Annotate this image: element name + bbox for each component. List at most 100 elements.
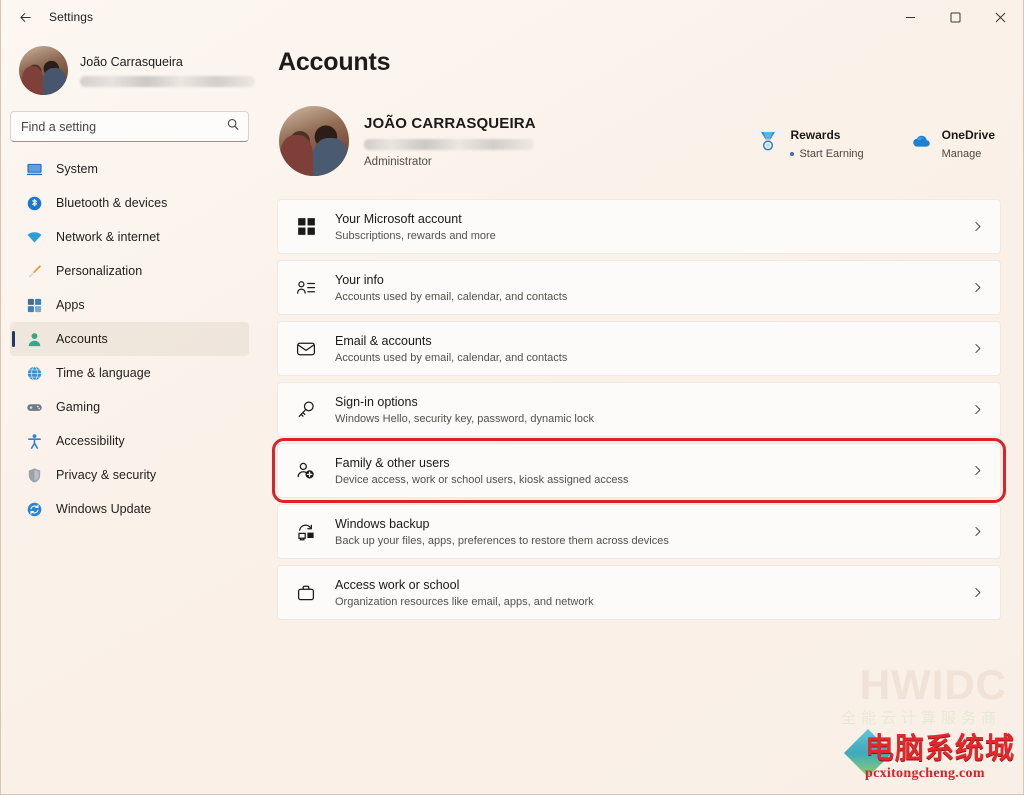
card-your-info[interactable]: Your info Accounts used by email, calend…: [277, 260, 1001, 315]
card-subtitle: Organization resources like email, apps,…: [335, 595, 594, 608]
watermark-logo-text: 电脑系统城: [865, 731, 1016, 765]
card-title: Your info: [335, 272, 384, 287]
onedrive-cloud-icon: [908, 129, 932, 153]
search-container: [10, 111, 249, 142]
sidebar-nav: System Bluetooth & devices Network & int…: [10, 152, 249, 526]
card-title: Windows backup: [335, 516, 430, 531]
chevron-right-icon: [971, 281, 984, 294]
sidebar-profile-email-redacted: [80, 76, 255, 87]
chevron-right-icon: [971, 525, 984, 538]
sidebar-item-label: Personalization: [56, 264, 143, 278]
close-button[interactable]: [978, 0, 1023, 34]
watermark-logo: 电脑系统城 pcxitongcheng.com: [837, 726, 1023, 788]
sidebar-item-time-language[interactable]: Time & language: [10, 356, 249, 390]
envelope-icon: [295, 338, 317, 360]
sidebar-item-windows-update[interactable]: Windows Update: [10, 492, 249, 526]
minimize-icon: [905, 12, 916, 23]
sidebar-item-label: Network & internet: [56, 230, 160, 244]
card-title: Family & other users: [335, 455, 450, 470]
title-bar: Settings: [1, 0, 1023, 34]
quick-link-onedrive[interactable]: OneDrive Manage: [908, 128, 995, 161]
card-subtitle: Accounts used by email, calendar, and co…: [335, 290, 568, 303]
sidebar-item-personalization[interactable]: Personalization: [10, 254, 249, 288]
quick-link-title: Rewards: [790, 127, 841, 142]
sidebar-item-label: Accessibility: [56, 434, 125, 448]
user-info-icon: [295, 277, 317, 299]
search-icon[interactable]: [226, 117, 240, 136]
sidebar-item-privacy-security[interactable]: Privacy & security: [10, 458, 249, 492]
sidebar-item-accessibility[interactable]: Accessibility: [10, 424, 249, 458]
settings-card-list: Your Microsoft account Subscriptions, re…: [272, 199, 1006, 620]
card-family-other-users[interactable]: Family & other users Device access, work…: [272, 438, 1006, 503]
clock-globe-icon: [26, 365, 43, 382]
paintbrush-icon: [26, 263, 43, 280]
card-access-work-or-school[interactable]: Access work or school Organization resou…: [277, 565, 1001, 620]
chevron-right-icon: [971, 342, 984, 355]
sidebar-profile[interactable]: João Carrasqueira: [10, 34, 255, 103]
card-windows-backup[interactable]: Windows backup Back up your files, apps,…: [277, 504, 1001, 559]
sidebar-item-network-internet[interactable]: Network & internet: [10, 220, 249, 254]
quick-link-subtitle: Manage: [941, 147, 982, 160]
watermark-logo-url: pcxitongcheng.com: [865, 766, 985, 781]
backup-sync-icon: [295, 521, 317, 543]
apps-icon: [26, 297, 43, 314]
avatar: [19, 46, 68, 95]
sidebar-item-label: System: [56, 162, 98, 176]
account-email-redacted: [364, 138, 534, 150]
sidebar-item-label: Privacy & security: [56, 468, 157, 482]
maximize-button[interactable]: [933, 0, 978, 34]
chevron-right-icon: [971, 586, 984, 599]
wifi-icon: [26, 229, 43, 246]
quick-link-subtitle-row: Start Earning: [790, 147, 864, 161]
card-subtitle: Device access, work or school users, kio…: [335, 473, 629, 486]
watermark-brand-latin: HWIDC: [859, 661, 1007, 708]
avatar: [279, 106, 349, 176]
sidebar-item-system[interactable]: System: [10, 152, 249, 186]
sidebar-item-accounts[interactable]: Accounts: [10, 322, 249, 356]
key-icon: [295, 399, 317, 421]
sidebar-item-label: Accounts: [56, 332, 108, 346]
card-title: Access work or school: [335, 577, 460, 592]
card-sign-in-options[interactable]: Sign-in options Windows Hello, security …: [277, 382, 1001, 437]
sidebar: João Carrasqueira Find a setting System …: [1, 34, 258, 794]
sidebar-profile-name: João Carrasqueira: [80, 55, 183, 69]
card-title: Your Microsoft account: [335, 211, 462, 226]
maximize-icon: [950, 12, 961, 23]
card-title: Sign-in options: [335, 394, 418, 409]
quick-link-rewards[interactable]: Rewards Start Earning: [756, 127, 864, 161]
settings-window: Settings João Carrasqueira Find a settin…: [0, 0, 1024, 795]
sidebar-item-gaming[interactable]: Gaming: [10, 390, 249, 424]
sidebar-item-label: Time & language: [56, 366, 151, 380]
microsoft-logo-icon: [295, 216, 317, 238]
back-button[interactable]: [9, 4, 41, 30]
card-subtitle: Windows Hello, security key, password, d…: [335, 412, 594, 425]
accessibility-icon: [26, 433, 43, 450]
card-email-accounts[interactable]: Email & accounts Accounts used by email,…: [277, 321, 1001, 376]
account-role: Administrator: [364, 155, 432, 168]
close-icon: [995, 12, 1006, 23]
briefcase-icon: [295, 582, 317, 604]
shield-icon: [26, 467, 43, 484]
sidebar-item-bluetooth-devices[interactable]: Bluetooth & devices: [10, 186, 249, 220]
add-user-icon: [295, 460, 317, 482]
bluetooth-icon: [26, 195, 43, 212]
page-title: Accounts: [278, 48, 391, 76]
card-your-microsoft-account[interactable]: Your Microsoft account Subscriptions, re…: [277, 199, 1001, 254]
quick-links: Rewards Start Earning OneDrive Manage: [756, 122, 1001, 161]
sidebar-item-apps[interactable]: Apps: [10, 288, 249, 322]
sidebar-item-label: Windows Update: [56, 502, 152, 516]
sidebar-item-label: Apps: [56, 298, 85, 312]
quick-link-subtitle: Start Earning: [799, 147, 864, 160]
search-input[interactable]: [10, 111, 249, 142]
sidebar-item-label: Bluetooth & devices: [56, 196, 168, 210]
card-subtitle: Accounts used by email, calendar, and co…: [335, 351, 568, 364]
window-controls: [888, 0, 1023, 34]
card-subtitle: Back up your files, apps, preferences to…: [335, 534, 669, 547]
update-icon: [26, 501, 43, 518]
watermark-brand-subtitle: 全能云计算服务商: [840, 710, 1001, 727]
window-title: Settings: [49, 10, 94, 24]
account-name: JOÃO CARRASQUEIRA: [364, 114, 536, 132]
chevron-right-icon: [971, 464, 984, 477]
account-header: JOÃO CARRASQUEIRA Administrator Rewards …: [277, 101, 1001, 181]
minimize-button[interactable]: [888, 0, 933, 34]
